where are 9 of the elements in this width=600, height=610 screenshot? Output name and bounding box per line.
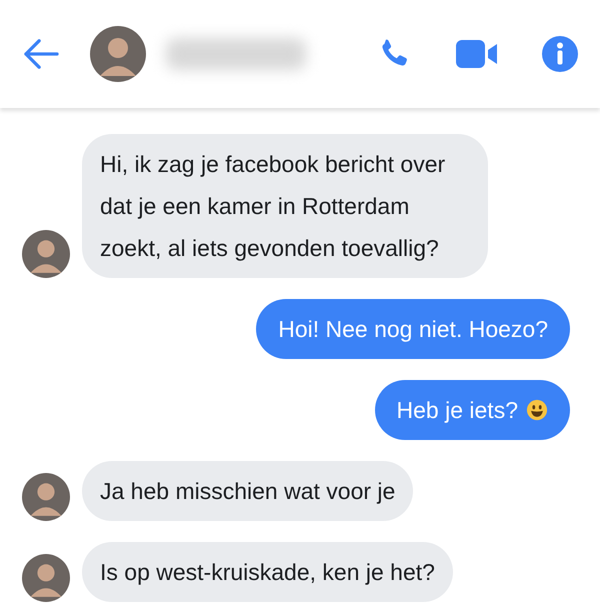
message-bubble: Is op west-kruiskade, ken je het? — [82, 542, 453, 602]
back-icon[interactable] — [22, 38, 60, 70]
video-camera-icon[interactable] — [456, 40, 498, 68]
avatar-icon — [90, 26, 146, 82]
message-bubble: Hi, ik zag je facebook bericht over dat je een kamer in Rotterdam zoekt, al iets gevonden toevallig? — [82, 134, 488, 278]
message-bubble: Ja heb misschien wat voor je — [82, 461, 414, 521]
info-icon[interactable] — [542, 36, 578, 72]
message-bubble: Hoi! Nee nog niet. Hoezo? — [256, 299, 570, 359]
message-bubble: Heb je iets? — [374, 380, 570, 440]
